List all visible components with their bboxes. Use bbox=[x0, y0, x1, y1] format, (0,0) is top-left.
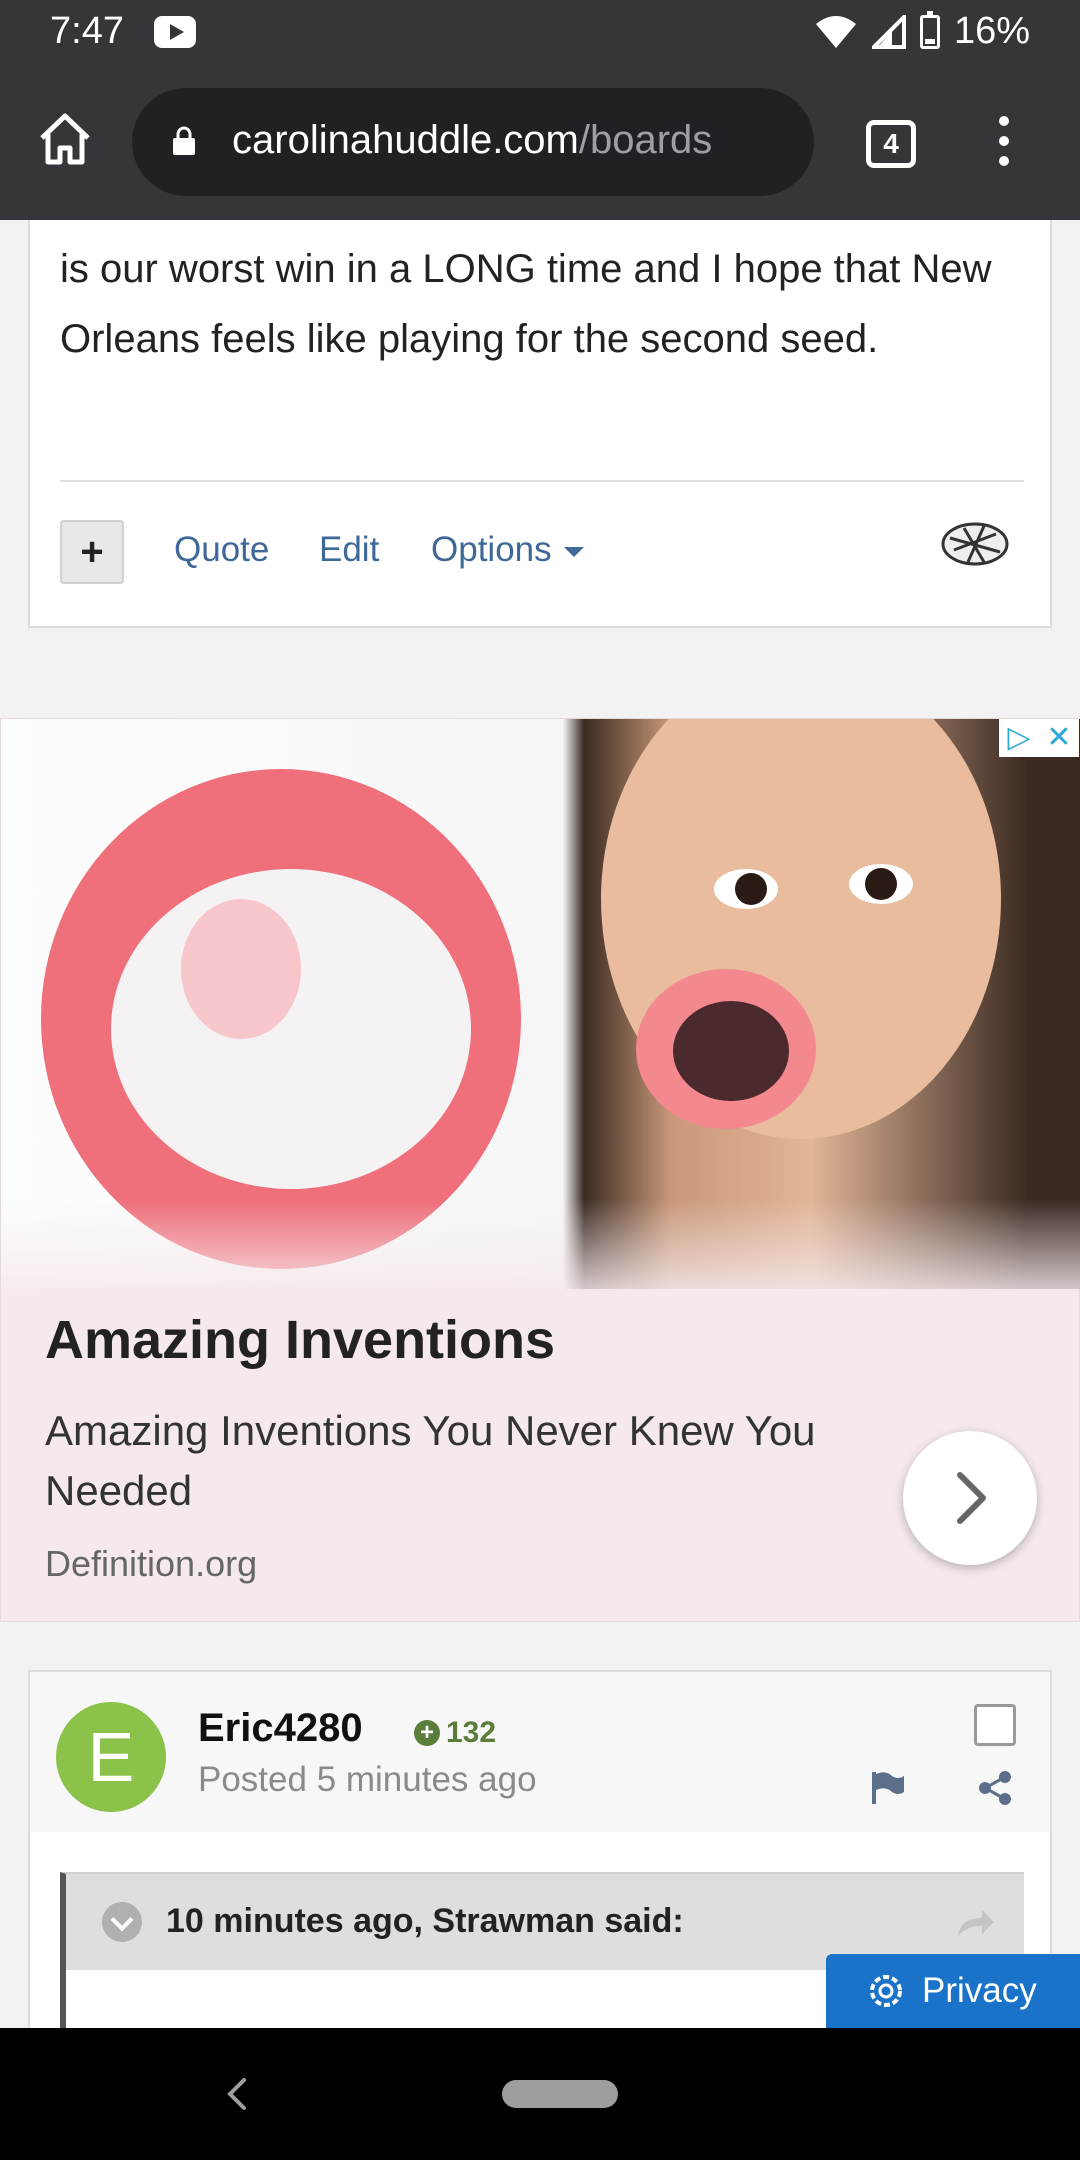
post-card: is our worst win in a LONG time and I ho… bbox=[28, 220, 1052, 628]
post-header: E Eric4280 + 132 Posted 5 minutes ago bbox=[30, 1672, 1050, 1832]
gear-icon bbox=[870, 1975, 902, 2007]
adchoices-icon[interactable]: ▷ bbox=[999, 719, 1039, 757]
youtube-notification-icon bbox=[154, 16, 196, 48]
home-gesture-pill[interactable] bbox=[502, 2080, 618, 2108]
battery-level: 16% bbox=[953, 10, 1030, 52]
navigation-bar bbox=[0, 2028, 1080, 2160]
reputation-count: 132 bbox=[446, 1716, 497, 1749]
quote-attribution: 10 minutes ago, Strawman said: bbox=[166, 1902, 684, 1940]
close-ad-icon[interactable]: ✕ bbox=[1039, 719, 1079, 757]
ad-image[interactable] bbox=[1, 719, 1080, 1289]
ad-fade bbox=[1, 1199, 1080, 1289]
ad-badges: ▷ ✕ bbox=[999, 719, 1079, 757]
divider bbox=[60, 480, 1024, 482]
advertisement[interactable]: ▷ ✕ Amazing Inventions Amazing Invention… bbox=[0, 718, 1080, 1622]
plus-circle-icon: + bbox=[414, 1720, 440, 1746]
battery-icon bbox=[919, 10, 940, 49]
privacy-label: Privacy bbox=[922, 1971, 1037, 2010]
share-icon[interactable] bbox=[978, 1770, 1012, 1806]
username[interactable]: Eric4280 bbox=[198, 1706, 363, 1751]
pie-reaction-icon[interactable] bbox=[940, 518, 1010, 568]
address-bar[interactable]: carolinahuddle.com/boards bbox=[132, 88, 814, 196]
go-to-quote-icon[interactable] bbox=[956, 1906, 996, 1938]
flag-icon[interactable] bbox=[870, 1770, 906, 1806]
url-host: carolinahuddle.com bbox=[232, 118, 579, 162]
options-label: Options bbox=[431, 530, 552, 569]
add-reaction-button[interactable]: + bbox=[60, 520, 124, 584]
browser-toolbar: carolinahuddle.com/boards 4 bbox=[0, 68, 1080, 220]
more-options-icon[interactable] bbox=[990, 116, 1018, 172]
status-bar: 7:47 16% bbox=[0, 0, 1080, 68]
post-body: is our worst win in a LONG time and I ho… bbox=[60, 247, 992, 361]
quote-button[interactable]: Quote bbox=[174, 530, 269, 570]
collapse-quote-icon[interactable] bbox=[102, 1902, 142, 1942]
post-timestamp[interactable]: Posted 5 minutes ago bbox=[198, 1760, 537, 1800]
ad-source[interactable]: Definition.org bbox=[45, 1543, 257, 1585]
select-post-checkbox[interactable] bbox=[974, 1704, 1016, 1746]
reputation-badge: + 132 bbox=[414, 1716, 496, 1750]
signal-icon bbox=[871, 14, 906, 49]
avatar[interactable]: E bbox=[56, 1702, 166, 1812]
privacy-settings-button[interactable]: Privacy bbox=[826, 1954, 1080, 2028]
ad-title[interactable]: Amazing Inventions bbox=[45, 1309, 555, 1371]
status-time: 7:47 bbox=[50, 10, 124, 52]
ad-description[interactable]: Amazing Inventions You Never Knew You Ne… bbox=[45, 1401, 885, 1521]
url-path: /boards bbox=[578, 118, 713, 162]
lock-icon bbox=[173, 126, 195, 155]
url-text[interactable]: carolinahuddle.com/boards bbox=[232, 118, 792, 163]
wifi-icon bbox=[815, 15, 856, 48]
caret-down-icon bbox=[563, 546, 584, 557]
tab-switcher-button[interactable]: 4 bbox=[866, 120, 916, 168]
options-button[interactable]: Options bbox=[431, 530, 584, 570]
status-icons: 16% bbox=[814, 10, 1030, 53]
edit-button[interactable]: Edit bbox=[319, 530, 379, 570]
back-icon[interactable] bbox=[222, 2074, 252, 2114]
home-icon[interactable] bbox=[36, 110, 94, 168]
chevron-right-icon bbox=[957, 1472, 986, 1524]
ad-next-button[interactable] bbox=[903, 1431, 1037, 1565]
